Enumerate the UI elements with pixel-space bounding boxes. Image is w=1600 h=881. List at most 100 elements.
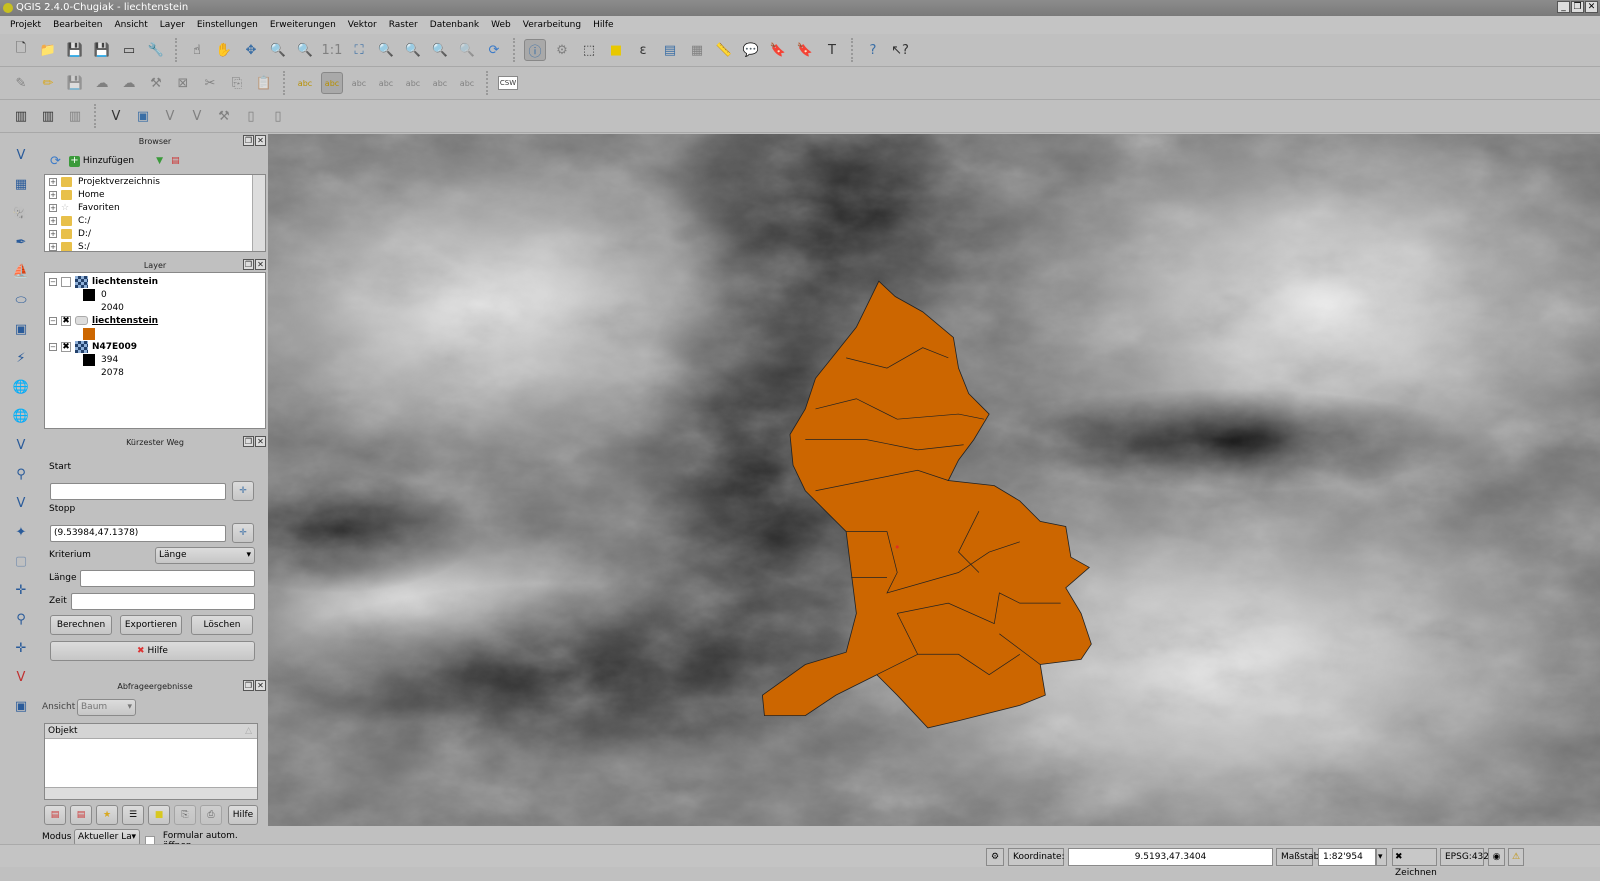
maximize-button[interactable]: ❐ bbox=[1571, 1, 1584, 13]
map-icon[interactable]: ▣ bbox=[8, 695, 34, 718]
zoom-out-icon[interactable]: 🔍 bbox=[294, 39, 316, 61]
gps-icon[interactable]: ✦ bbox=[8, 521, 34, 544]
horizontal-scrollbar[interactable] bbox=[45, 787, 257, 799]
whats-this-icon[interactable]: ↖? bbox=[889, 39, 911, 61]
expand-tree-icon[interactable]: ▤ bbox=[44, 805, 66, 825]
add-button[interactable]: + Hinzufügen bbox=[68, 155, 134, 167]
add-oracle-icon[interactable]: ⬭ bbox=[8, 289, 34, 312]
new-project-icon[interactable]: 🗋 bbox=[10, 39, 32, 61]
layer-checkbox[interactable] bbox=[61, 276, 71, 287]
node-tool-icon[interactable]: ⚒ bbox=[145, 72, 167, 94]
menu-web[interactable]: Web bbox=[485, 20, 517, 30]
label-show-hide-icon[interactable]: abc bbox=[375, 72, 397, 94]
csw-icon[interactable]: CSW bbox=[497, 72, 519, 94]
menu-layer[interactable]: Layer bbox=[154, 20, 191, 30]
add-postgis-icon[interactable]: V bbox=[159, 105, 181, 127]
attribute-table-icon[interactable]: ▤ bbox=[659, 39, 681, 61]
topology-icon[interactable]: V bbox=[8, 666, 34, 689]
remove-layer-icon[interactable]: ▥ bbox=[64, 105, 86, 127]
run-feature-action-icon[interactable]: ⚙ bbox=[551, 39, 573, 61]
collapse-tree-icon[interactable]: ▤ bbox=[70, 805, 92, 825]
move-feature-icon[interactable]: ☁ bbox=[118, 72, 140, 94]
calculate-button[interactable]: Berechnen bbox=[50, 615, 112, 635]
menu-raster[interactable]: Raster bbox=[383, 20, 424, 30]
layer-item[interactable]: − liechtenstein bbox=[45, 275, 265, 288]
layer-labeling-icon[interactable]: abc bbox=[294, 72, 316, 94]
select-by-expression-icon[interactable]: ε bbox=[632, 39, 654, 61]
new-spatialite-icon[interactable]: ▥ bbox=[37, 105, 59, 127]
add-vector-layer-icon[interactable]: V bbox=[105, 105, 127, 127]
add-spatialite-icon[interactable]: ✒ bbox=[8, 231, 34, 254]
minimize-button[interactable]: _ bbox=[1557, 1, 1570, 13]
add-wfs-icon[interactable]: 🌐 bbox=[8, 376, 34, 399]
pan-to-selection-icon[interactable]: ✥ bbox=[240, 39, 262, 61]
close-icon[interactable]: ✕ bbox=[255, 436, 266, 447]
pan-icon[interactable]: ✋ bbox=[213, 39, 235, 61]
layer-item[interactable]: − ✖ liechtenstein bbox=[45, 314, 265, 327]
open-project-icon[interactable]: 📁 bbox=[37, 39, 59, 61]
browser-item[interactable]: + Projektverzeichnis bbox=[45, 175, 265, 188]
clear-button[interactable]: Löschen bbox=[191, 615, 253, 635]
add-wms-icon[interactable]: ▣ bbox=[8, 318, 34, 341]
add-mssql-icon[interactable]: ⛵ bbox=[8, 260, 34, 283]
paste-features-icon[interactable]: 📋 bbox=[253, 72, 275, 94]
label-change-icon[interactable]: abc bbox=[456, 72, 478, 94]
add-oracle-icon[interactable]: ▯ bbox=[267, 105, 289, 127]
layer-checkbox[interactable]: ✖ bbox=[61, 341, 71, 352]
copy-features-icon[interactable]: ⎘ bbox=[226, 72, 248, 94]
map-tips-icon[interactable]: 💬 bbox=[740, 39, 762, 61]
messages-icon[interactable]: ⚙ bbox=[986, 848, 1004, 866]
add-delimited-icon[interactable]: ⚲ bbox=[8, 463, 34, 486]
composer-manager-icon[interactable]: 🔧 bbox=[145, 39, 167, 61]
touch-zoom-icon[interactable]: ☝ bbox=[186, 39, 208, 61]
layer-item[interactable]: − ✖ N47E009 bbox=[45, 340, 265, 353]
add-raster-icon[interactable]: ▣ bbox=[132, 105, 154, 127]
close-icon[interactable]: ✕ bbox=[255, 259, 266, 270]
start-input[interactable] bbox=[50, 483, 226, 500]
add-virtual-icon[interactable]: V bbox=[8, 434, 34, 457]
deselect-all-icon[interactable]: ■ bbox=[605, 39, 627, 61]
close-icon[interactable]: ✕ bbox=[255, 680, 266, 691]
identify-features-icon[interactable]: ⓘ bbox=[524, 39, 546, 61]
view-select[interactable]: Baum ▾ bbox=[77, 699, 136, 716]
help-contents-icon[interactable]: ? bbox=[862, 39, 884, 61]
menu-einstellungen[interactable]: Einstellungen bbox=[191, 20, 264, 30]
browser-item[interactable]: + C:/ bbox=[45, 214, 265, 227]
add-raster-icon[interactable]: ▦ bbox=[8, 173, 34, 196]
add-vector-icon[interactable]: V bbox=[8, 144, 34, 167]
zoom-next-icon[interactable]: 🔍 bbox=[456, 39, 478, 61]
coordinate-toggle-button[interactable]: Koordinate: bbox=[1008, 848, 1065, 866]
save-as-icon[interactable]: 💾 bbox=[91, 39, 113, 61]
menu-projekt[interactable]: Projekt bbox=[4, 20, 47, 30]
measure-icon[interactable]: 📏 bbox=[713, 39, 735, 61]
browser-item[interactable]: + Home bbox=[45, 188, 265, 201]
zoom-native-icon[interactable]: 1:1 bbox=[321, 39, 343, 61]
coordinate-capture-icon[interactable]: ✛ bbox=[8, 637, 34, 660]
coordinate-field[interactable]: 9.5193,47.3404 bbox=[1068, 848, 1273, 866]
zoom-to-selection-icon[interactable]: 🔍 bbox=[375, 39, 397, 61]
cut-features-icon[interactable]: ✂ bbox=[199, 72, 221, 94]
current-edits-icon[interactable]: ✎ bbox=[10, 72, 32, 94]
new-bookmark-icon[interactable]: 🔖 bbox=[767, 39, 789, 61]
clear-highlights-icon[interactable]: ■ bbox=[148, 805, 170, 825]
warning-icon[interactable]: ⚠ bbox=[1508, 848, 1524, 866]
refresh-icon[interactable]: ⟳ bbox=[50, 154, 61, 169]
copy-icon[interactable]: ⎘ bbox=[174, 805, 196, 825]
help-button[interactable]: ✖ Hilfe bbox=[50, 641, 255, 661]
menu-hilfe[interactable]: Hilfe bbox=[587, 20, 619, 30]
add-globe-icon[interactable]: 🌐 bbox=[8, 405, 34, 428]
crs-button[interactable]: EPSG:4326 bbox=[1440, 848, 1495, 866]
add-wfs-icon[interactable]: V bbox=[186, 105, 208, 127]
add-delimited-icon[interactable]: ⚒ bbox=[213, 105, 235, 127]
menu-ansicht[interactable]: Ansicht bbox=[109, 20, 154, 30]
crs-globe-icon[interactable]: ◉ bbox=[1488, 848, 1505, 866]
menu-bearbeiten[interactable]: Bearbeiten bbox=[47, 20, 108, 30]
show-bookmarks-icon[interactable]: 🔖 bbox=[794, 39, 816, 61]
stop-input[interactable]: (9.53984,47.1378) bbox=[50, 525, 226, 542]
scale-input[interactable]: 1:82'954 bbox=[1318, 848, 1376, 866]
identify-help-button[interactable]: Hilfe bbox=[228, 805, 258, 825]
open-form-icon[interactable]: ☰ bbox=[122, 805, 144, 825]
render-checkbox[interactable]: ✖ Zeichnen bbox=[1392, 848, 1437, 878]
zoom-full-icon[interactable]: ⛶ bbox=[348, 39, 370, 61]
browser-item[interactable]: + D:/ bbox=[45, 227, 265, 240]
